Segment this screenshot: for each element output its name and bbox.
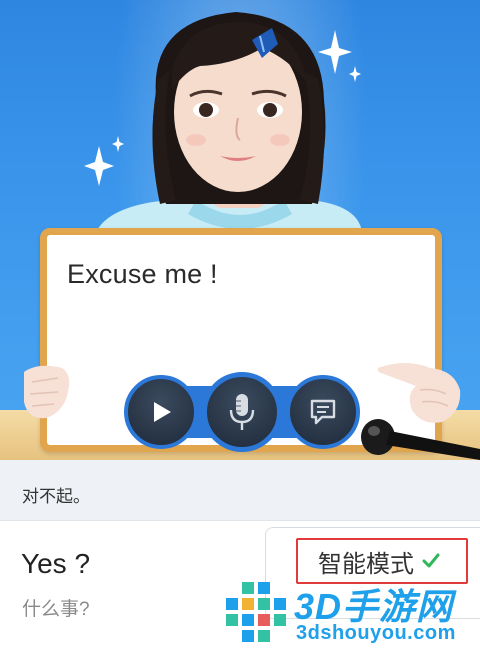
smart-mode-label: 智能模式 (318, 550, 414, 578)
avatar-left-hand (24, 365, 70, 419)
translation-text: 对不起。 (22, 487, 90, 506)
chat-bubble-icon (310, 399, 336, 425)
site-watermark: 3D手游网 3dshouyou.com (222, 576, 480, 651)
microphone-icon (229, 394, 255, 430)
play-icon (154, 402, 171, 422)
reply-chinese: 什么事? (22, 599, 90, 620)
playback-controls (122, 372, 360, 452)
reply-english: Yes ? (21, 548, 91, 579)
prompt-sentence: Excuse me ! (67, 259, 218, 289)
play-button[interactable] (124, 375, 198, 449)
checkmark-icon (422, 553, 440, 568)
microphone-prop (361, 419, 480, 460)
lesson-stage: Excuse me ! (0, 0, 480, 460)
translation-strip: 对不起。 (0, 460, 480, 521)
watermark-subtitle: 3dshouyou.com (296, 622, 456, 644)
chat-button[interactable] (286, 375, 360, 449)
record-button[interactable] (202, 372, 282, 452)
watermark-logo-icon (226, 582, 286, 642)
